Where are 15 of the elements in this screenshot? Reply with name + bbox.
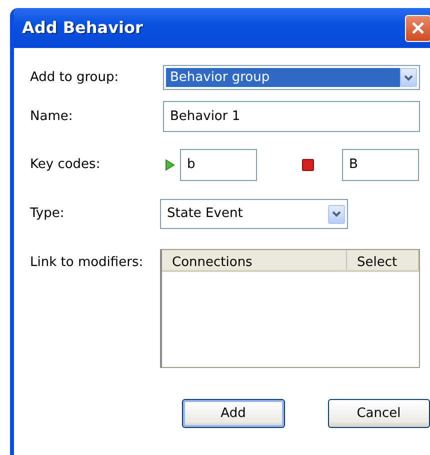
field-label: Type: <box>30 205 66 224</box>
dropdown[interactable]: Behavior group <box>163 65 420 90</box>
dialog-button[interactable]: Cancel <box>328 399 430 428</box>
field-label: Name: <box>30 108 74 126</box>
text-field[interactable]: B <box>342 149 419 181</box>
column-header[interactable]: Connections <box>162 250 347 270</box>
window-title: Add Behavior <box>22 17 143 39</box>
field-label: Key codes: <box>30 156 102 174</box>
text-field[interactable]: b <box>180 149 257 181</box>
dropdown[interactable]: State Event <box>160 199 348 229</box>
dialog-button[interactable]: Add <box>182 399 284 428</box>
column-header[interactable]: Select <box>347 250 419 270</box>
field-label: Add to group: <box>30 68 120 87</box>
text-field[interactable]: Behavior 1 <box>163 101 420 132</box>
field-label: Link to modifiers: <box>30 254 144 272</box>
